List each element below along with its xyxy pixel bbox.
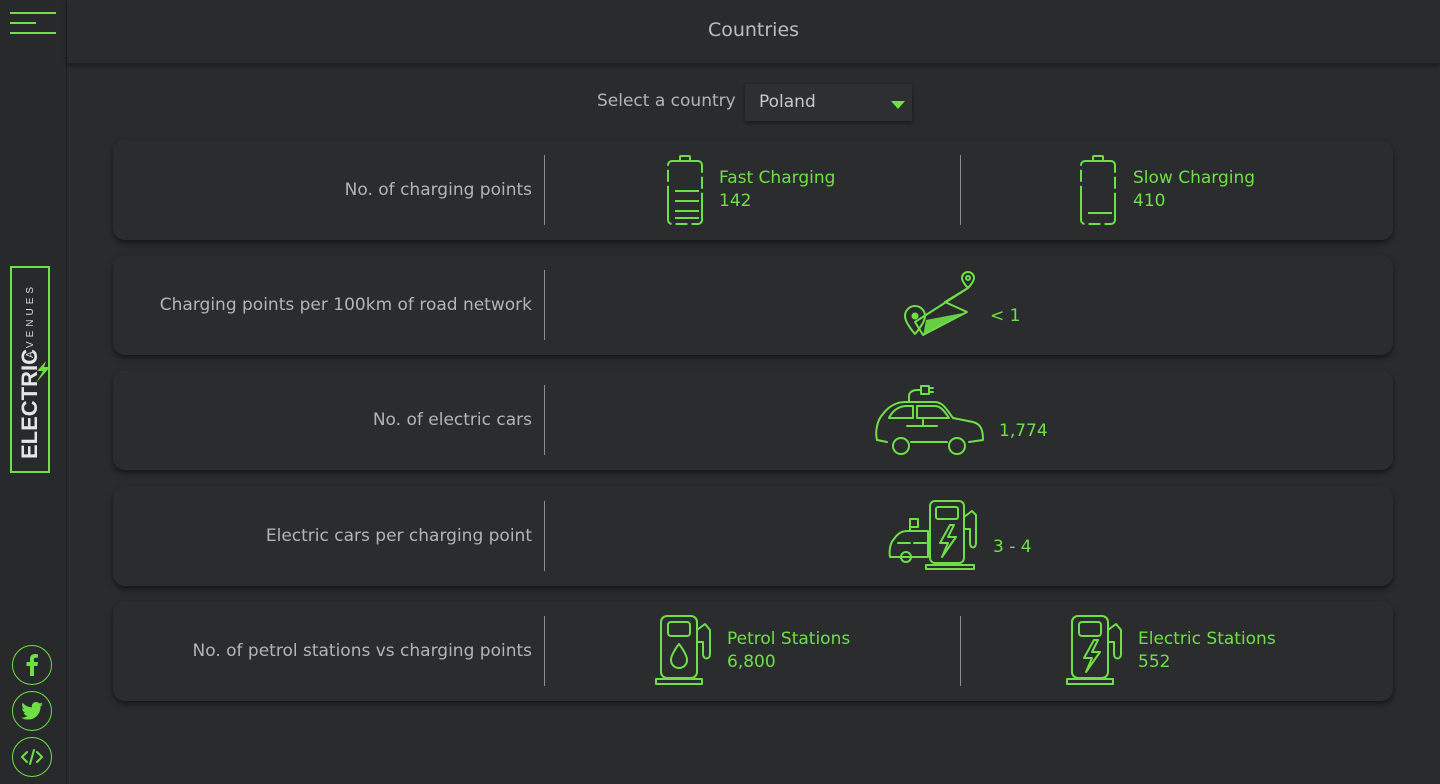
stat-value: 142 — [719, 191, 752, 211]
divider — [544, 385, 545, 455]
divider — [960, 155, 961, 225]
electric-car-icon — [873, 384, 985, 460]
car-and-charger-icon — [888, 499, 982, 575]
brand-logo: ELECTRIC AVENUES — [10, 266, 50, 473]
stat-card-charging-points: No. of charging points Fast Charging 142… — [113, 140, 1393, 240]
stat-title: Electric Stations — [1138, 629, 1276, 649]
stat-card-cars-per-point: Electric cars per charging point 3 - 4 — [113, 486, 1393, 586]
stat-card-per-100km: Charging points per 100km of road networ… — [113, 255, 1393, 355]
stat-title: Fast Charging — [719, 168, 836, 188]
row-label: Electric cars per charging point — [265, 526, 532, 546]
divider — [544, 155, 545, 225]
divider — [544, 270, 545, 340]
petrol-pump-icon — [655, 614, 715, 690]
caret-down-icon — [891, 101, 905, 109]
stat-card-petrol-vs-electric: No. of petrol stations vs charging point… — [113, 601, 1393, 701]
svg-text:ELECTRIC: ELECTRIC — [17, 349, 42, 459]
divider — [544, 616, 545, 686]
twitter-icon[interactable] — [12, 691, 52, 731]
stat-value: 1,774 — [999, 421, 1048, 441]
country-select-value: Poland — [759, 92, 816, 112]
row-label: No. of electric cars — [372, 410, 532, 430]
battery-full-icon — [667, 155, 705, 229]
stat-value: 6,800 — [727, 652, 776, 672]
row-label: No. of charging points — [344, 180, 532, 200]
stat-title: Petrol Stations — [727, 629, 851, 649]
page-title: Countries — [707, 19, 800, 41]
battery-low-icon — [1080, 155, 1118, 229]
stat-card-electric-cars: No. of electric cars 1,774 — [113, 370, 1393, 470]
stat-value: < 1 — [990, 306, 1021, 326]
stat-value: 552 — [1138, 652, 1171, 672]
country-select-label: Select a country — [597, 91, 736, 111]
code-icon[interactable] — [12, 737, 52, 777]
sidebar: ELECTRIC AVENUES — [0, 0, 67, 784]
menu-icon[interactable] — [10, 12, 56, 38]
top-bar: Countries — [67, 0, 1440, 64]
facebook-icon[interactable] — [12, 645, 52, 685]
svg-text:AVENUES: AVENUES — [25, 283, 36, 358]
road-route-icon — [901, 270, 981, 344]
stat-value: 410 — [1133, 191, 1166, 211]
electric-pump-icon — [1066, 614, 1126, 690]
divider — [544, 501, 545, 571]
divider — [960, 616, 961, 686]
stat-value: 3 - 4 — [993, 537, 1032, 557]
row-label: Charging points per 100km of road networ… — [159, 295, 532, 315]
stat-title: Slow Charging — [1133, 168, 1256, 188]
row-label: No. of petrol stations vs charging point… — [192, 641, 533, 661]
country-select[interactable]: Poland — [745, 84, 912, 121]
